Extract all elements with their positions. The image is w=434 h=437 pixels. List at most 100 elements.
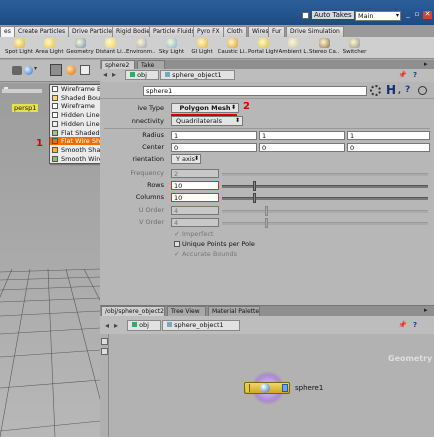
- display-options-icon[interactable]: [418, 86, 427, 95]
- node-flag-icon[interactable]: [246, 384, 250, 392]
- accurate-bounds-checkbox[interactable]: ✓: [174, 250, 180, 258]
- shelf-tool[interactable]: Geometry: [65, 38, 95, 58]
- chevron-down-icon: ▾: [395, 12, 399, 19]
- connectivity-select[interactable]: Quadrilaterals ⬍: [171, 116, 243, 126]
- network-tab[interactable]: Material Palette: [208, 306, 260, 316]
- shelf-tool-label: Area Light: [35, 49, 64, 55]
- shelf-tool[interactable]: Ambient L...: [279, 38, 309, 58]
- connectivity-label: nnectivity: [131, 117, 164, 125]
- imperfect-checkbox[interactable]: ✓: [174, 230, 180, 238]
- net-path-node[interactable]: sphere_object1: [162, 320, 240, 331]
- sphere-view-icon[interactable]: [24, 66, 33, 75]
- pin-icon[interactable]: 📌: [398, 71, 407, 79]
- shelf-tool[interactable]: GI Light: [187, 38, 217, 58]
- u-order-field[interactable]: 4: [171, 206, 219, 215]
- forward-icon[interactable]: ▸: [112, 71, 116, 79]
- primitive-type-select[interactable]: Polygon Mesh ⬍: [171, 103, 239, 113]
- param-tab[interactable]: sphere2: [101, 60, 135, 69]
- net-node-path-label: sphere_object1: [174, 321, 224, 329]
- frequency-field[interactable]: 2: [171, 169, 219, 178]
- shelf-tool[interactable]: Caustic Li...: [218, 38, 248, 58]
- v-order-field[interactable]: 4: [171, 218, 219, 227]
- param-content: [100, 99, 434, 305]
- v-order-slider-handle[interactable]: [265, 218, 268, 228]
- v-order-slider-track[interactable]: [222, 222, 428, 225]
- network-tool-icon[interactable]: [101, 338, 108, 345]
- columns-field[interactable]: 10: [171, 193, 219, 202]
- network-tab[interactable]: /obj/sphere_object2: [101, 306, 165, 316]
- frequency-slider-track[interactable]: [222, 173, 428, 176]
- gear-icon[interactable]: [370, 85, 381, 96]
- network-path-node[interactable]: sphere_object1: [160, 70, 235, 80]
- ghost-icon[interactable]: [80, 65, 90, 75]
- shading-mode-button[interactable]: [50, 64, 62, 76]
- shading-mode-icon: [52, 120, 58, 127]
- minimize-icon[interactable]: _: [404, 11, 412, 19]
- shading-mode-icon: [52, 103, 58, 110]
- sphere-node-icon: [260, 383, 270, 393]
- unique-points-label: Unique Points per Pole: [182, 240, 255, 248]
- center-x-field[interactable]: 0: [171, 143, 257, 152]
- center-y-field[interactable]: 0: [259, 143, 345, 152]
- accurate-bounds-label: Accurate Bounds: [182, 250, 238, 258]
- u-order-slider-track[interactable]: [222, 210, 428, 213]
- node-help-icon[interactable]: ?: [405, 85, 410, 95]
- net-path-obj[interactable]: obj: [127, 320, 161, 331]
- chevron-down-icon[interactable]: ▾: [34, 65, 37, 72]
- help-icon[interactable]: ?: [413, 71, 421, 79]
- rows-slider-handle[interactable]: [253, 181, 256, 191]
- shelf-tool[interactable]: Environm...: [126, 38, 156, 58]
- light-tool-icon: [105, 38, 116, 48]
- maximize-icon[interactable]: ▫: [413, 11, 421, 19]
- radius-z-field[interactable]: 1: [347, 131, 430, 140]
- light-tool-icon: [74, 38, 86, 48]
- shelf-tool[interactable]: Distant Li...: [96, 38, 126, 58]
- network-path-obj[interactable]: obj: [125, 70, 159, 80]
- camera-icon[interactable]: [12, 66, 22, 75]
- param-tab[interactable]: Take List: [137, 60, 165, 78]
- radius-x-field[interactable]: 1: [171, 131, 257, 140]
- rows-field[interactable]: 10: [171, 181, 219, 190]
- network-tab[interactable]: Tree View: [167, 306, 206, 316]
- columns-slider-handle[interactable]: [253, 193, 256, 203]
- viewport-object-label: persp1: [12, 104, 39, 112]
- back-icon[interactable]: ◂: [105, 322, 109, 330]
- param-tab-close-icon[interactable]: ▸: [424, 60, 428, 68]
- info-icon[interactable]: ,: [398, 86, 401, 95]
- shading-mode-icon: [52, 86, 58, 92]
- shelf-tool[interactable]: Area Light: [35, 38, 65, 58]
- rows-label: Rows: [147, 181, 164, 189]
- close-icon[interactable]: ✕: [423, 11, 432, 19]
- node-display-flag-icon[interactable]: [282, 384, 288, 392]
- texture-icon[interactable]: [66, 65, 76, 75]
- center-z-field[interactable]: 0: [347, 143, 430, 152]
- unique-points-checkbox[interactable]: [174, 241, 180, 247]
- u-order-slider-handle[interactable]: [265, 206, 268, 216]
- orientation-select[interactable]: Y axis ⬍: [171, 154, 201, 164]
- shelf-tool[interactable]: Sky Light: [157, 38, 187, 58]
- shelf-tool-label: Spot Light: [5, 49, 33, 55]
- network-tool-icon[interactable]: [101, 348, 108, 355]
- shelf-tool[interactable]: Stereo Ca...: [309, 38, 339, 58]
- light-tool-icon: [13, 38, 25, 48]
- shelf-tool[interactable]: Portal Light: [248, 38, 278, 58]
- light-tool-icon: [166, 38, 177, 48]
- annotation-marker-2: 2: [243, 101, 250, 112]
- network-tab-close-icon[interactable]: ▸: [424, 306, 428, 314]
- shading-mode-icon: [52, 129, 58, 136]
- node-name-field[interactable]: sphere1: [143, 86, 367, 96]
- auto-takes-checkbox[interactable]: [302, 12, 309, 19]
- help-icon[interactable]: ?: [413, 321, 417, 329]
- takes-select[interactable]: Main ▾: [355, 11, 401, 21]
- node-path-icon: [165, 72, 170, 77]
- u-order-label: U Order: [138, 206, 164, 214]
- forward-icon[interactable]: ▸: [114, 322, 118, 330]
- param-divider: [104, 128, 430, 129]
- shelf-tool[interactable]: Spot Light: [4, 38, 34, 58]
- houdini-help-icon[interactable]: H: [386, 83, 396, 97]
- back-icon[interactable]: ◂: [103, 71, 107, 79]
- light-tool-icon: [288, 38, 299, 48]
- pin-icon[interactable]: 📌: [398, 321, 407, 329]
- shelf-tool[interactable]: Switcher: [340, 38, 370, 58]
- radius-y-field[interactable]: 1: [259, 131, 345, 140]
